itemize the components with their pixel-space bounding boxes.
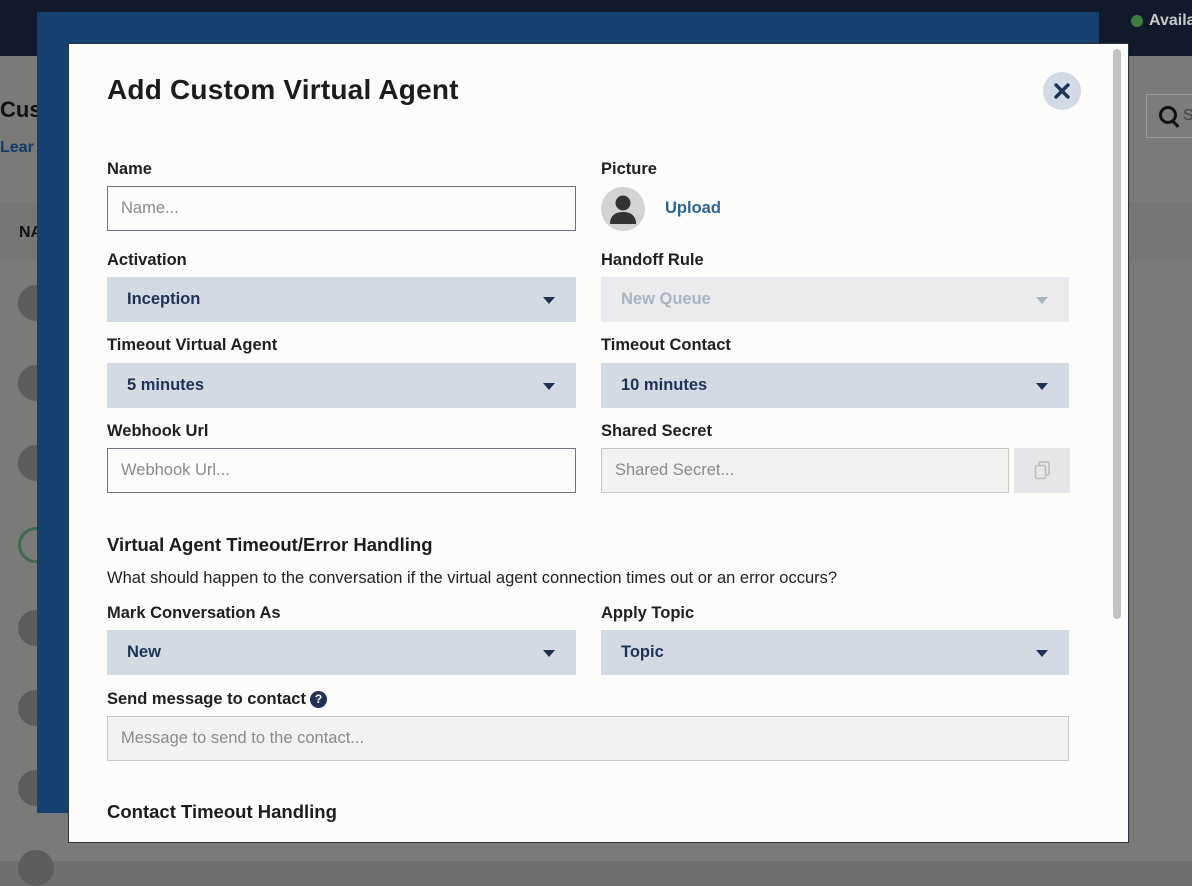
search-icon [1159, 106, 1177, 124]
activation-select[interactable]: Inception [107, 277, 576, 322]
error-handling-description: What should happen to the conversation i… [107, 569, 838, 587]
close-button[interactable] [1043, 72, 1081, 110]
close-icon [1054, 83, 1070, 99]
send-message-label: Send message to contact? [107, 690, 327, 709]
agent-status-label: Availa [1149, 12, 1192, 29]
search-box[interactable]: S [1146, 94, 1192, 138]
shared-secret-label: Shared Secret [601, 422, 712, 440]
chevron-down-icon [543, 650, 555, 657]
apply-topic-label: Apply Topic [601, 604, 695, 622]
mark-conversation-select[interactable]: New [107, 630, 576, 675]
name-input[interactable] [107, 186, 576, 231]
apply-topic-select[interactable]: Topic [601, 630, 1069, 675]
agent-status[interactable]: Availa [1131, 12, 1192, 30]
mark-conversation-label: Mark Conversation As [107, 604, 281, 622]
learn-more-link[interactable]: Lear [0, 139, 34, 157]
apply-topic-value: Topic [621, 643, 664, 661]
activation-value: Inception [127, 290, 201, 308]
timeout-virtual-agent-select[interactable]: 5 minutes [107, 363, 576, 408]
handoff-rule-value: New Queue [621, 290, 711, 308]
shared-secret-input[interactable] [601, 448, 1009, 493]
help-icon[interactable]: ? [309, 691, 327, 708]
send-message-input[interactable] [107, 716, 1069, 761]
timeout-virtual-agent-value: 5 minutes [127, 376, 205, 394]
timeout-contact-value: 10 minutes [621, 376, 708, 394]
modal-scrollbar-thumb[interactable] [1113, 49, 1121, 619]
chevron-down-icon [543, 297, 555, 304]
agent-picture-avatar [601, 187, 645, 231]
upload-picture-link[interactable]: Upload [665, 199, 721, 218]
add-virtual-agent-modal: Add Custom Virtual Agent Name Picture Up… [68, 43, 1129, 843]
webhook-url-input[interactable] [107, 448, 576, 493]
send-message-label-text: Send message to contact [107, 690, 306, 708]
user-silhouette-icon [610, 195, 636, 224]
page-title: Cus [0, 97, 42, 122]
error-handling-section-title: Virtual Agent Timeout/Error Handling [107, 534, 433, 555]
contact-timeout-section-title: Contact Timeout Handling [107, 801, 337, 822]
activation-label: Activation [107, 251, 187, 269]
timeout-virtual-agent-label: Timeout Virtual Agent [107, 336, 278, 354]
chevron-down-icon [1036, 650, 1048, 657]
handoff-rule-label: Handoff Rule [601, 251, 704, 269]
picture-label: Picture [601, 160, 657, 178]
webhook-url-label: Webhook Url [107, 422, 209, 440]
copy-secret-button[interactable] [1014, 448, 1070, 493]
chevron-down-icon [543, 383, 555, 390]
copy-icon [1034, 461, 1050, 480]
mark-conversation-value: New [127, 643, 161, 661]
name-label: Name [107, 160, 152, 178]
status-dot-icon [1131, 15, 1143, 27]
chevron-down-icon [1036, 383, 1048, 390]
chevron-down-icon [1036, 297, 1048, 304]
handoff-rule-select: New Queue [601, 277, 1069, 322]
timeout-contact-select[interactable]: 10 minutes [601, 363, 1069, 408]
timeout-contact-label: Timeout Contact [601, 336, 731, 354]
row-avatar [18, 850, 54, 886]
search-placeholder: S [1183, 107, 1192, 124]
modal-title: Add Custom Virtual Agent [107, 74, 459, 105]
